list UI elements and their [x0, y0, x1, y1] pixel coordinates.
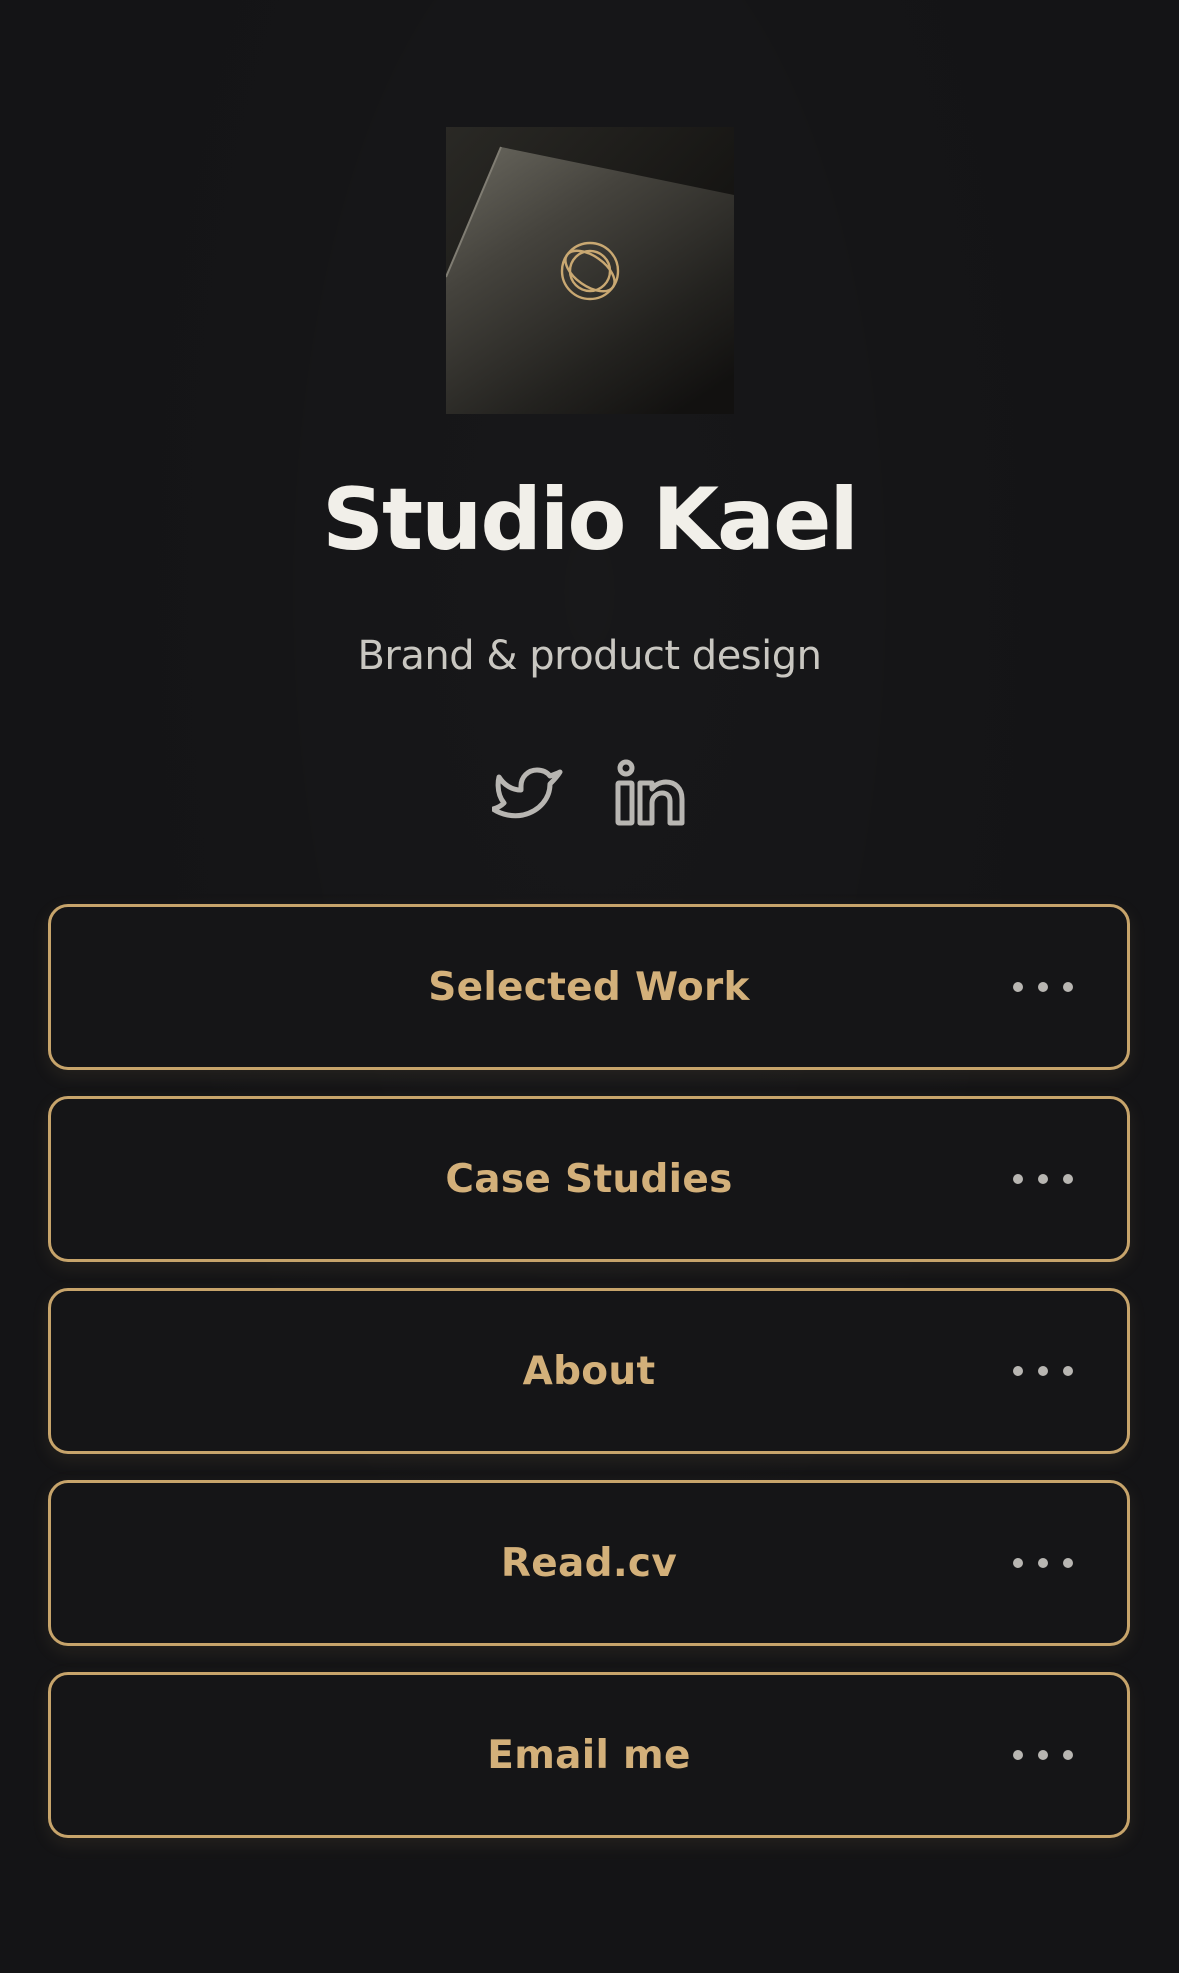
dot [1038, 982, 1048, 992]
dot [1063, 982, 1073, 992]
social-links [0, 758, 1179, 830]
link-list: Selected Work Case Studies About Read.cv… [48, 904, 1130, 1864]
link-label: Case Studies [445, 1156, 733, 1202]
linkedin-link[interactable] [612, 758, 688, 830]
link-label: About [522, 1348, 656, 1394]
link-about[interactable]: About [48, 1288, 1130, 1454]
more-icon[interactable] [1013, 1735, 1073, 1775]
dot [1038, 1750, 1048, 1760]
dot [1038, 1558, 1048, 1568]
page: Studio Kael Brand & product design Selec… [0, 0, 1179, 1973]
dot [1013, 1750, 1023, 1760]
dot [1063, 1750, 1073, 1760]
more-icon[interactable] [1013, 1543, 1073, 1583]
brand-card-image [446, 127, 734, 414]
dot [1038, 1174, 1048, 1184]
dot [1063, 1174, 1073, 1184]
page-title: Studio Kael [322, 470, 859, 570]
dot [1013, 1366, 1023, 1376]
link-read-cv[interactable]: Read.cv [48, 1480, 1130, 1646]
dot [1063, 1558, 1073, 1568]
link-case-studies[interactable]: Case Studies [48, 1096, 1130, 1262]
dot [1013, 982, 1023, 992]
link-email-me[interactable]: Email me [48, 1672, 1130, 1838]
more-icon[interactable] [1013, 1351, 1073, 1391]
more-icon[interactable] [1013, 1159, 1073, 1199]
page-subtitle: Brand & product design [357, 633, 822, 679]
dot [1013, 1558, 1023, 1568]
dot [1063, 1366, 1073, 1376]
link-selected-work[interactable]: Selected Work [48, 904, 1130, 1070]
link-label: Read.cv [500, 1540, 678, 1586]
twitter-link[interactable] [492, 758, 568, 830]
dot [1013, 1174, 1023, 1184]
more-icon[interactable] [1013, 967, 1073, 1007]
twitter-icon [492, 767, 563, 819]
link-label: Email me [487, 1732, 691, 1778]
avatar [446, 127, 734, 414]
dot [1038, 1366, 1048, 1376]
linkedin-icon [615, 759, 685, 826]
link-label: Selected Work [428, 964, 750, 1010]
